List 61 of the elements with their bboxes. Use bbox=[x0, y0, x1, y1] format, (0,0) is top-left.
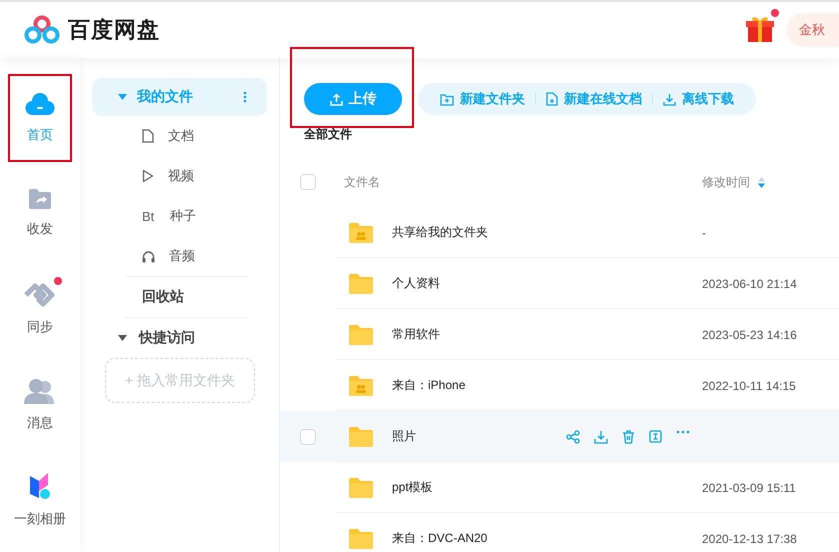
document-icon bbox=[142, 129, 154, 143]
caret-icon bbox=[118, 94, 127, 100]
share-icon[interactable] bbox=[566, 430, 580, 444]
folder-icon bbox=[348, 426, 374, 448]
trash-icon[interactable] bbox=[622, 430, 635, 444]
nav-item[interactable]: 收发 bbox=[8, 170, 72, 258]
file-name: 共享给我的文件夹 bbox=[392, 224, 488, 241]
download-icon[interactable] bbox=[594, 430, 608, 444]
nav-item[interactable]: 同步 bbox=[8, 265, 72, 353]
file-name: 照片 bbox=[392, 428, 416, 445]
file-name: 来自：DVC-AN20 bbox=[392, 530, 488, 547]
nav-item[interactable]: 消息 bbox=[8, 360, 72, 448]
caret-icon bbox=[118, 335, 127, 341]
sidebar-item[interactable]: 回收站 bbox=[92, 277, 267, 317]
checkbox[interactable] bbox=[300, 174, 316, 190]
torrent-icon: Bt bbox=[142, 208, 156, 224]
file-name: ppt模板 bbox=[392, 479, 433, 496]
breadcrumb: 全部文件 bbox=[304, 126, 353, 143]
rename-icon[interactable] bbox=[649, 430, 662, 444]
sidebar-item[interactable]: 快捷访问 bbox=[92, 318, 267, 358]
column-header: 文件名 bbox=[343, 174, 380, 190]
modified-time: 2023-06-10 21:14 bbox=[702, 276, 797, 290]
download-icon bbox=[663, 92, 676, 106]
file-name: 来自：iPhone bbox=[392, 377, 466, 394]
upload-icon bbox=[330, 92, 342, 106]
app-name: 百度网盘 bbox=[68, 16, 160, 44]
notification-dot bbox=[54, 277, 62, 286]
shared-folder-icon bbox=[28, 188, 52, 210]
file-name: 个人资料 bbox=[392, 275, 440, 292]
album-logo-icon bbox=[28, 472, 52, 500]
folder-icon bbox=[348, 476, 374, 498]
nav-item[interactable]: 一刻相册 bbox=[8, 456, 72, 544]
sync-icon bbox=[24, 282, 56, 308]
shared-folder-icon bbox=[348, 374, 374, 396]
modified-time: 2023-05-23 14:16 bbox=[702, 328, 797, 342]
folder-icon bbox=[348, 528, 374, 550]
cloud-icon bbox=[25, 92, 55, 116]
people-icon bbox=[24, 378, 56, 404]
sidebar-item[interactable]: Bt 种子 bbox=[92, 196, 267, 236]
notification-dot bbox=[771, 8, 779, 16]
new-document-icon bbox=[546, 92, 558, 106]
modified-time: - bbox=[702, 226, 706, 240]
modified-time: 2022-10-11 14:15 bbox=[702, 378, 796, 392]
more-icon[interactable] bbox=[243, 91, 247, 103]
sidebar-item[interactable]: 视频 bbox=[92, 156, 267, 196]
logo-icon bbox=[24, 15, 60, 45]
sidebar-item[interactable]: 音频 bbox=[92, 236, 267, 276]
sort-icon[interactable] bbox=[758, 176, 765, 188]
play-icon bbox=[142, 169, 154, 183]
file-row[interactable]: 照片 bbox=[280, 411, 839, 462]
checkbox[interactable] bbox=[300, 428, 316, 444]
headphones-icon bbox=[142, 250, 155, 262]
folder-icon bbox=[348, 272, 374, 294]
folder-icon bbox=[348, 324, 374, 346]
add-folder-icon bbox=[440, 92, 454, 106]
shared-folder-icon bbox=[348, 222, 374, 244]
column-header[interactable]: 修改时间 bbox=[702, 174, 750, 190]
modified-time: 2021-03-09 15:11 bbox=[702, 480, 796, 494]
sidebar-item[interactable]: 文档 bbox=[92, 116, 267, 156]
modified-time: 2020-12-13 17:38 bbox=[702, 532, 797, 546]
file-name: 常用软件 bbox=[392, 326, 440, 343]
